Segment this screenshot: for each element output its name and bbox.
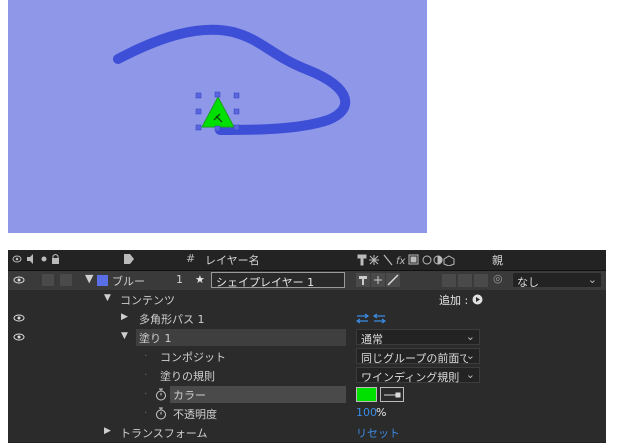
composition-viewer[interactable] xyxy=(8,0,427,233)
transform-label: トランスフォーム xyxy=(120,427,208,440)
timeline-panel: # レイヤー名 fx 親 ▼ ブルー 1 ★ シェイプレイヤー 1 ◎ なし ⌄… xyxy=(8,250,606,443)
parent-dropdown[interactable]: なし ⌄ xyxy=(512,272,602,289)
polygon-path-label: 多角形パス 1 xyxy=(139,313,205,326)
shape-layer-star-icon: ★ xyxy=(195,273,205,286)
fill-expand-triangle-icon[interactable]: ▼ xyxy=(121,331,128,341)
fill-eye-icon[interactable] xyxy=(13,333,25,341)
add-menu-arrow-icon[interactable] xyxy=(472,294,483,308)
3d-layer-switch[interactable] xyxy=(474,274,488,287)
layer-switches[interactable] xyxy=(356,273,416,291)
fill-blend-mode-value: 通常 xyxy=(361,333,383,346)
stopwatch-icon[interactable] xyxy=(155,407,167,423)
av-switch-icons[interactable] xyxy=(12,253,76,268)
chevron-down-icon: ⌄ xyxy=(587,273,597,286)
parent-pick-whip-icon[interactable]: ◎ xyxy=(493,272,503,285)
transform-row[interactable]: ▶ トランスフォーム リセット xyxy=(8,423,606,442)
polygon-path-row[interactable]: ▶ 多角形パス 1 xyxy=(8,309,606,328)
fill-name-highlight[interactable]: 塗り 1 xyxy=(136,329,346,346)
timeline-column-header: # レイヤー名 fx 親 xyxy=(8,250,606,271)
composite-label: コンポジット xyxy=(160,351,226,364)
opacity-unit: % xyxy=(376,406,387,419)
adjustment-layer-switch[interactable] xyxy=(458,274,472,287)
add-menu-label[interactable]: 追加 : xyxy=(439,292,468,308)
layer-name-text: シェイプレイヤー 1 xyxy=(216,276,315,289)
fill-blend-mode-dropdown[interactable]: 通常 ⌄ xyxy=(356,329,480,346)
layer-number-column: # xyxy=(186,252,196,265)
contents-expand-triangle-icon[interactable]: ▼ xyxy=(104,293,111,303)
opacity-label: 不透明度 xyxy=(173,408,217,421)
layer-name-column-header[interactable]: レイヤー名 xyxy=(205,252,260,268)
contents-group-row[interactable]: ▼ コンテンツ 追加 : xyxy=(8,290,606,309)
video-eye-icon[interactable] xyxy=(13,276,25,284)
chevron-down-icon: ⌄ xyxy=(465,368,475,381)
color-label-highlight[interactable]: カラー xyxy=(170,386,346,403)
stopwatch-icon[interactable] xyxy=(155,388,167,404)
transform-collapse-triangle-icon[interactable]: ▶ xyxy=(104,426,111,436)
layer-name-field[interactable]: シェイプレイヤー 1 xyxy=(211,272,345,289)
polygon-path-eye-icon[interactable] xyxy=(13,314,25,322)
lock-switch[interactable] xyxy=(60,274,72,286)
shape-stroke-path[interactable] xyxy=(113,24,351,135)
parent-dropdown-value: なし xyxy=(517,276,539,289)
layer-switches-header-icons[interactable]: fx xyxy=(356,253,484,269)
svg-text:fx: fx xyxy=(396,256,406,266)
fill-rule-value: ワインディング規則 xyxy=(361,371,460,384)
composite-value: 同じグループの前面で xyxy=(361,352,471,364)
fill-label: 塗り 1 xyxy=(139,332,172,345)
composition-canvas[interactable] xyxy=(8,0,427,233)
fill-rule-label: 塗りの規則 xyxy=(160,370,215,383)
path-direction-icons[interactable] xyxy=(355,312,390,328)
solo-switch[interactable] xyxy=(42,274,54,286)
polygon-shape[interactable] xyxy=(201,95,235,128)
fill-rule-row[interactable]: · 塗りの規則 ワインディング規則 ⌄ xyxy=(8,366,606,385)
fill-1-row[interactable]: ▼ 塗り 1 通常 ⌄ xyxy=(8,328,606,347)
layer-row-shape-layer-1[interactable]: ▼ ブルー 1 ★ シェイプレイヤー 1 ◎ なし ⌄ xyxy=(8,271,606,290)
opacity-dot: · xyxy=(144,406,148,419)
polygon-collapse-triangle-icon[interactable]: ▶ xyxy=(121,312,128,322)
layer-expand-triangle-icon[interactable]: ▼ xyxy=(85,272,93,285)
label-color-name: ブルー xyxy=(112,275,145,288)
chevron-down-icon: ⌄ xyxy=(465,349,475,362)
color-dot: · xyxy=(144,387,148,400)
fill-rule-dropdown[interactable]: ワインディング規則 ⌄ xyxy=(356,367,480,384)
eyedropper-button[interactable] xyxy=(380,387,404,402)
opacity-value[interactable]: 100 xyxy=(356,406,377,419)
contents-label: コンテンツ xyxy=(120,294,175,307)
color-row[interactable]: · カラー xyxy=(8,385,606,404)
color-label: カラー xyxy=(173,389,206,402)
reset-link[interactable]: リセット xyxy=(356,425,400,441)
motion-blur-switch[interactable] xyxy=(442,274,456,287)
color-swatch[interactable] xyxy=(356,387,377,402)
parent-column-header: 親 xyxy=(492,254,503,267)
composite-dot: · xyxy=(144,349,148,362)
composite-dropdown[interactable]: 同じグループの前面で ⌄ xyxy=(356,348,480,364)
chevron-down-icon: ⌄ xyxy=(465,330,475,343)
composite-row[interactable]: · コンポジット 同じグループの前面で ⌄ xyxy=(8,347,606,366)
opacity-row[interactable]: · 不透明度 100 % xyxy=(8,404,606,423)
label-tag-icon[interactable] xyxy=(123,253,135,268)
layer-index: 1 xyxy=(176,273,183,286)
fill-rule-dot: · xyxy=(144,368,148,381)
label-color-swatch[interactable] xyxy=(97,275,108,286)
